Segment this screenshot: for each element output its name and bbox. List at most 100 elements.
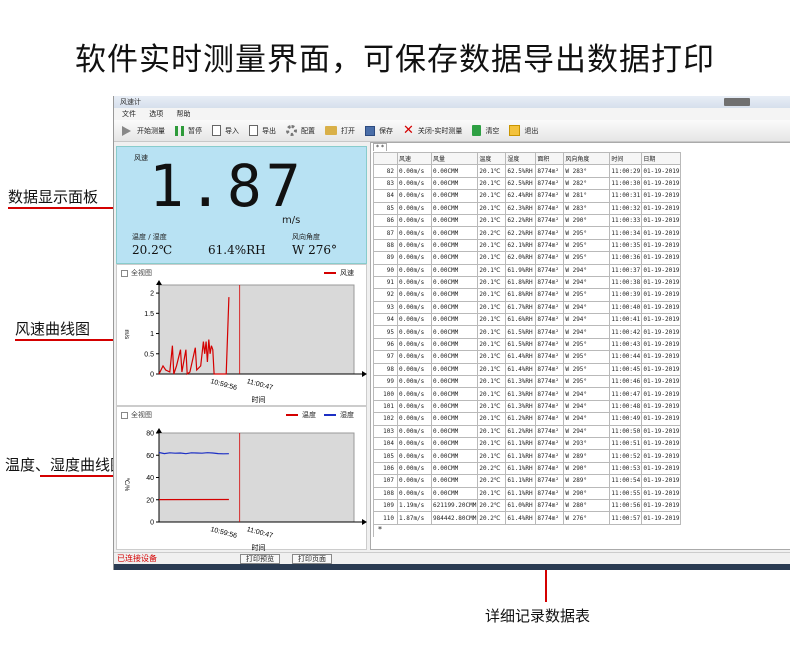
table-cell: 61.4%RH xyxy=(505,350,537,364)
menu-help[interactable]: 帮助 xyxy=(176,110,190,118)
table-cell: 61.0%RH xyxy=(505,498,537,513)
table-cell: 97 xyxy=(373,350,398,364)
table-cell: 61.2%RH xyxy=(505,412,537,426)
table-cell: 11:00:34 xyxy=(609,226,643,240)
table-cell: W 295° xyxy=(563,238,611,253)
table-row[interactable]: 93 0.00m/s 0.00CMM 20.1℃ 61.7%RH 8774m² W 294°… xyxy=(373,300,682,315)
table-row[interactable]: 98 0.00m/s 0.00CMM 20.1℃ 61.4%RH 8774m² W 295°… xyxy=(373,362,682,377)
menu-options[interactable]: 选项 xyxy=(149,110,163,118)
table-cell: W 283° xyxy=(563,201,611,215)
table-header-cell[interactable]: 时间 xyxy=(609,151,643,166)
save-button[interactable]: 保存 xyxy=(365,125,393,136)
table-row[interactable]: 105 0.00m/s 0.00CMM 20.1℃ 61.1%RH 8774m² W 289… xyxy=(373,449,682,463)
table-cell: 0.00m/s xyxy=(397,461,432,476)
table-row[interactable]: 91 0.00m/s 0.00CMM 20.1℃ 61.8%RH 8774m² W 294°… xyxy=(373,275,682,290)
table-cell: 0.00m/s xyxy=(397,189,432,203)
table-row[interactable]: 101 0.00m/s 0.00CMM 20.1℃ 61.3%RH 8774m² W 294… xyxy=(373,399,682,414)
table-cell: 0.00CMM xyxy=(430,387,479,401)
table-cell: 93 xyxy=(373,300,398,315)
detail-table-area: * * 风速 风量 温度 湿度 面积 风向角度 时间 日期 82 0.00m/s 0.00CMM 2… xyxy=(370,142,790,550)
table-row[interactable]: 100 0.00m/s 0.00CMM 20.1℃ 61.3%RH 8774m² W 294… xyxy=(373,387,682,401)
table-header-cell[interactable]: 风量 xyxy=(430,151,479,166)
table-row[interactable]: 88 0.00m/s 0.00CMM 20.1℃ 62.1%RH 8774m² W 295°… xyxy=(373,238,682,253)
table-cell: 103 xyxy=(373,424,398,439)
close-icon: ✕ xyxy=(403,123,414,138)
close-realtime-button[interactable]: ✕ 关闭-实时测量 xyxy=(403,123,462,138)
table-cell: 0.00m/s xyxy=(397,275,432,290)
play-icon xyxy=(122,125,131,136)
table-cell: 62.5%RH xyxy=(505,164,537,178)
table-cell: 20.1℃ xyxy=(477,412,507,426)
table-row[interactable]: 90 0.00m/s 0.00CMM 20.1℃ 61.9%RH 8774m² W 294°… xyxy=(373,263,682,277)
table-tab[interactable]: * * xyxy=(373,143,387,151)
table-row[interactable]: 85 0.00m/s 0.00CMM 20.1℃ 62.3%RH 8774m² W 283°… xyxy=(373,201,682,215)
table-row[interactable]: 102 0.00m/s 0.00CMM 20.1℃ 61.2%RH 8774m² W 294… xyxy=(373,412,682,426)
print-page-button[interactable]: 打印页面 xyxy=(292,554,332,564)
clear-button[interactable]: 清空 xyxy=(472,125,499,136)
table-cell: 621199.20CMM xyxy=(430,498,479,513)
table-cell: 0.00CMM xyxy=(430,412,479,426)
print-preview-button[interactable]: 打印预览 xyxy=(240,554,280,564)
table-row[interactable]: 92 0.00m/s 0.00CMM 20.1℃ 61.8%RH 8774m² W 295°… xyxy=(373,288,682,302)
export-button[interactable]: 导出 xyxy=(249,125,276,136)
table-cell: 01-19-2019 xyxy=(641,189,682,203)
import-button[interactable]: 导入 xyxy=(212,125,239,136)
pause-button[interactable]: 暂停 xyxy=(175,125,202,136)
table-cell: 20.1℃ xyxy=(477,387,507,401)
table-cell: 01-19-2019 xyxy=(641,213,682,228)
open-button[interactable]: 打开 xyxy=(325,126,355,136)
table-cell: 62.0%RH xyxy=(505,251,537,265)
table-cell: 01-19-2019 xyxy=(641,474,682,488)
table-cell: 01-19-2019 xyxy=(641,300,682,315)
table-row[interactable]: 94 0.00m/s 0.00CMM 20.1℃ 61.6%RH 8774m² W 294°… xyxy=(373,313,682,327)
table-row[interactable]: 103 0.00m/s 0.00CMM 20.1℃ 61.2%RH 8774m² W 294… xyxy=(373,424,682,439)
table-header-cell[interactable]: 面积 xyxy=(535,151,565,166)
table-cell: 0.00m/s xyxy=(397,300,432,315)
table-cell: W 294° xyxy=(563,387,611,401)
config-button[interactable]: 配置 xyxy=(286,125,315,136)
table-row[interactable]: 106 0.00m/s 0.00CMM 20.2℃ 61.1%RH 8774m² W 290… xyxy=(373,461,682,476)
table-row[interactable]: 83 0.00m/s 0.00CMM 20.1℃ 62.5%RH 8774m² W 282°… xyxy=(373,176,682,191)
table-cell: W 294° xyxy=(563,300,611,315)
table-row[interactable]: 110 1.87m/s 984442.80CMM 20.2℃ 61.4%RH 8774m²… xyxy=(373,511,682,525)
table-row[interactable]: 95 0.00m/s 0.00CMM 20.1℃ 61.5%RH 8774m² W 294°… xyxy=(373,325,682,339)
table-cell: W 294° xyxy=(563,325,611,339)
table-header-cell[interactable] xyxy=(373,151,398,166)
table-cell: 94 xyxy=(373,313,398,327)
table-row[interactable]: 89 0.00m/s 0.00CMM 20.1℃ 62.0%RH 8774m² W 295°… xyxy=(373,251,682,265)
new-row-marker[interactable]: * xyxy=(373,524,691,538)
table-header-cell[interactable]: 日期 xyxy=(641,151,682,166)
table-cell: 11:00:40 xyxy=(609,300,643,315)
table-row[interactable]: 99 0.00m/s 0.00CMM 20.1℃ 61.3%RH 8774m² W 295°… xyxy=(373,375,682,389)
table-row[interactable]: 109 1.19m/s 621199.20CMM 20.2℃ 61.0%RH 8774m²… xyxy=(373,498,682,513)
table-row[interactable]: 86 0.00m/s 0.00CMM 20.1℃ 62.2%RH 8774m² W 290°… xyxy=(373,213,682,228)
table-row[interactable]: 84 0.00m/s 0.00CMM 20.1℃ 62.4%RH 8774m² W 281°… xyxy=(373,189,682,203)
table-cell: 01-19-2019 xyxy=(641,412,682,426)
table-cell: 90 xyxy=(373,263,398,277)
temp-humidity-label: 温度 / 湿度 xyxy=(132,233,167,241)
window-control-button[interactable] xyxy=(724,98,750,106)
table-row[interactable]: 107 0.00m/s 0.00CMM 20.2℃ 61.1%RH 8774m² W 289… xyxy=(373,474,682,488)
exit-button[interactable]: 退出 xyxy=(509,125,538,136)
table-cell: 01-19-2019 xyxy=(641,387,682,401)
table-row[interactable]: 108 0.00m/s 0.00CMM 20.1℃ 61.1%RH 8774m² W 290… xyxy=(373,486,682,500)
table-header-cell[interactable]: 湿度 xyxy=(505,151,537,166)
table-row[interactable]: 87 0.00m/s 0.00CMM 20.2℃ 62.2%RH 8774m² W 295°… xyxy=(373,226,682,240)
start-measure-button[interactable]: 开始测量 xyxy=(122,125,165,136)
table-row[interactable]: 104 0.00m/s 0.00CMM 20.1℃ 61.1%RH 8774m² W 293… xyxy=(373,436,682,451)
menu-file[interactable]: 文件 xyxy=(122,110,136,118)
table-cell: W 276° xyxy=(563,511,611,525)
table-cell: 20.1℃ xyxy=(477,189,507,203)
table-cell: 20.2℃ xyxy=(477,226,507,240)
table-cell: 20.1℃ xyxy=(477,176,507,191)
y-axis-label: ℃/% xyxy=(123,478,129,492)
table-row[interactable]: 82 0.00m/s 0.00CMM 20.1℃ 62.5%RH 8774m² W 283°… xyxy=(373,164,682,178)
table-header-cell[interactable]: 风速 xyxy=(397,151,432,166)
table-cell: 83 xyxy=(373,176,398,191)
table-cell: 0.00m/s xyxy=(397,213,432,228)
table-row[interactable]: 97 0.00m/s 0.00CMM 20.1℃ 61.4%RH 8774m² W 295°… xyxy=(373,350,682,364)
table-header-cell[interactable]: 温度 xyxy=(477,151,507,166)
table-cell: W 295° xyxy=(563,226,611,240)
table-header-cell[interactable]: 风向角度 xyxy=(563,151,611,166)
table-row[interactable]: 96 0.00m/s 0.00CMM 20.1℃ 61.5%RH 8774m² W 295°… xyxy=(373,337,682,352)
